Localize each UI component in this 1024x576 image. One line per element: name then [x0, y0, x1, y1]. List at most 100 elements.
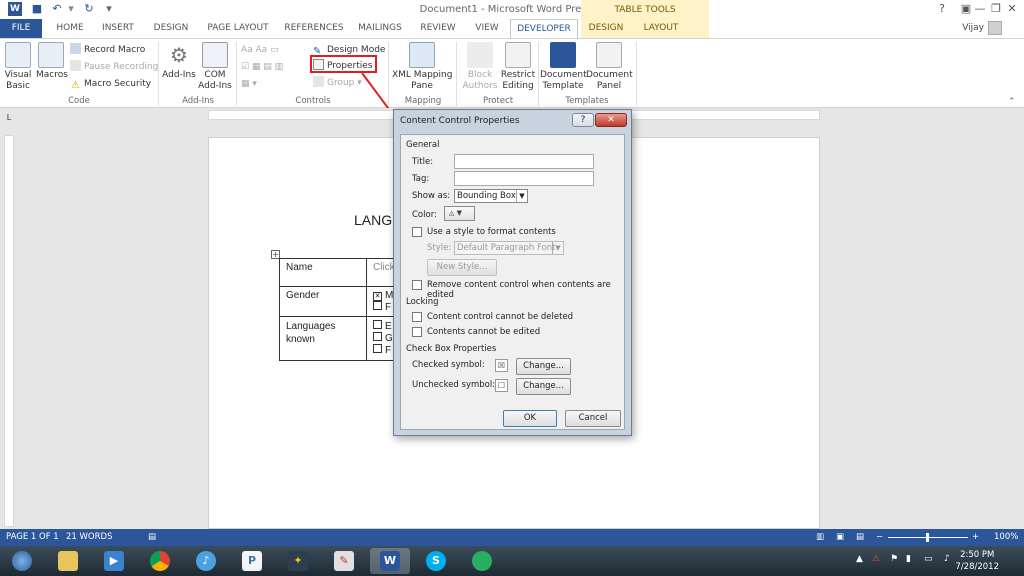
proofing-icon[interactable]: ▤: [148, 532, 156, 542]
zoom-slider-thumb[interactable]: [926, 533, 929, 542]
tab-file[interactable]: FILE: [0, 19, 42, 38]
tab-selector[interactable]: L: [4, 113, 14, 123]
tray-expand-icon[interactable]: ▲: [856, 554, 863, 564]
tab-table-design[interactable]: DESIGN: [584, 19, 628, 38]
clock[interactable]: 2:50 PM 7/28/2012: [955, 549, 999, 573]
paint-icon: ✎: [334, 551, 354, 571]
color-picker-button[interactable]: ◬ ▼: [444, 206, 475, 221]
unchecked-box-icon[interactable]: [373, 332, 382, 341]
group-label-mapping: Mapping: [404, 96, 442, 106]
taskbar: ▶ ♪ P ✦ ✎ W S ▲ ⚠ ⚑ ▮ ▭ ♪ 2:50 PM 7/28/2…: [0, 546, 1024, 576]
xml-mapping-pane-button[interactable]: XML Mapping Pane: [392, 42, 452, 92]
option-label: F: [385, 302, 392, 313]
tab-home[interactable]: HOME: [52, 19, 88, 38]
table-row: Languages known E G F: [279, 316, 407, 361]
window-title: Document1 - Microsoft Word Preview: [419, 4, 605, 15]
dialog-close-icon[interactable]: ✕: [595, 113, 627, 127]
ok-label: OK: [523, 413, 537, 423]
ok-button[interactable]: OK: [503, 410, 557, 427]
zoom-level[interactable]: 100%: [994, 532, 1018, 542]
tab-design[interactable]: DESIGN: [150, 19, 192, 38]
vertical-ruler[interactable]: [4, 135, 14, 527]
document-template-button[interactable]: Document Template: [540, 42, 587, 92]
tray-battery-icon[interactable]: ▭: [924, 554, 933, 564]
macros-button[interactable]: Macros: [36, 42, 68, 81]
unchecked-box-icon[interactable]: [373, 344, 382, 353]
cannot-edit-checkbox[interactable]: [412, 327, 422, 337]
tab-developer[interactable]: DEVELOPER: [510, 19, 578, 39]
avatar[interactable]: [988, 21, 1002, 35]
print-layout-icon[interactable]: ▣: [836, 532, 844, 542]
taskbar-explorer[interactable]: [48, 548, 88, 574]
dialog-help-icon[interactable]: ?: [572, 113, 594, 127]
taskbar-chrome[interactable]: [140, 548, 180, 574]
tab-table-layout[interactable]: LAYOUT: [638, 19, 684, 38]
table-cell[interactable]: Gender: [279, 286, 367, 317]
document-table[interactable]: Name Click Gender ✕ M F Languages known E…: [279, 258, 407, 361]
legacy-tools-button[interactable]: ▦ ▾: [241, 77, 257, 91]
group-button[interactable]: Group ▾: [313, 76, 362, 90]
page-count[interactable]: PAGE 1 OF 1: [6, 532, 59, 542]
visual-basic-button[interactable]: Visual Basic: [4, 42, 32, 92]
tab-insert[interactable]: INSERT: [98, 19, 138, 38]
tag-input[interactable]: [454, 171, 594, 186]
close-icon[interactable]: ✕: [1000, 1, 1024, 17]
tray-volume-icon[interactable]: ♪: [944, 554, 950, 564]
taskbar-media-player[interactable]: ▶: [94, 548, 134, 574]
tray-flag-icon[interactable]: ⚑: [890, 554, 898, 564]
use-style-checkbox[interactable]: [412, 227, 422, 237]
taskbar-word[interactable]: W: [370, 548, 410, 574]
pause-recording-button: Pause Recording: [70, 60, 158, 74]
user-name[interactable]: Vijay: [962, 23, 984, 33]
macros-label: Macros: [36, 70, 68, 80]
tray-signal-icon[interactable]: ▮: [906, 554, 911, 564]
change-checked-symbol-button[interactable]: Change...: [516, 358, 571, 375]
tab-view[interactable]: VIEW: [470, 19, 504, 38]
unchecked-box-icon[interactable]: [373, 301, 382, 310]
tab-mailings[interactable]: MAILINGS: [356, 19, 404, 38]
record-macro-button[interactable]: Record Macro: [70, 43, 145, 57]
remove-content-control-checkbox[interactable]: [412, 280, 422, 290]
taskbar-network-app[interactable]: [462, 548, 502, 574]
start-button[interactable]: [2, 548, 42, 574]
clock-date: 7/28/2012: [955, 562, 999, 572]
rich-text-control-button[interactable]: Aa Aa ▭: [241, 43, 279, 57]
unchecked-box-icon[interactable]: [373, 320, 382, 329]
option-label: G: [385, 333, 393, 344]
read-mode-icon[interactable]: ▥: [816, 532, 824, 542]
tray-network-icon[interactable]: ⚠: [872, 554, 880, 564]
change-unchecked-symbol-button[interactable]: Change...: [516, 378, 571, 395]
tab-page-layout[interactable]: PAGE LAYOUT: [204, 19, 272, 38]
taskbar-python[interactable]: P: [232, 548, 272, 574]
collapse-ribbon-icon[interactable]: ⌃: [1008, 95, 1016, 109]
cancel-button[interactable]: Cancel: [565, 410, 621, 427]
taskbar-itunes[interactable]: ♪: [186, 548, 226, 574]
title-input[interactable]: [454, 154, 594, 169]
checkbox-control-button[interactable]: ☑ ▦ ▤ ▥: [241, 60, 283, 74]
table-cell[interactable]: Name: [279, 258, 367, 287]
help-icon[interactable]: ?: [930, 1, 954, 17]
web-layout-icon[interactable]: ▤: [856, 532, 864, 542]
gear-icon: ⚙: [170, 43, 188, 67]
show-as-select[interactable]: Bounding Box ▼: [454, 189, 528, 203]
zoom-in-icon[interactable]: +: [972, 532, 979, 542]
add-ins-button[interactable]: ⚙ Add-Ins: [162, 42, 196, 81]
cannot-delete-checkbox[interactable]: [412, 312, 422, 322]
table-cell[interactable]: Languages known: [279, 316, 367, 361]
macro-security-button[interactable]: ⚠ Macro Security: [70, 77, 151, 91]
document-panel-button[interactable]: Document Panel: [586, 42, 633, 92]
option-label: E: [385, 321, 392, 332]
taskbar-skype[interactable]: S: [416, 548, 456, 574]
word-icon: W: [380, 551, 400, 571]
zoom-out-icon[interactable]: −: [876, 532, 883, 542]
taskbar-app[interactable]: ✦: [278, 548, 318, 574]
taskbar-paint[interactable]: ✎: [324, 548, 364, 574]
word-count[interactable]: 21 WORDS: [66, 532, 112, 542]
com-add-ins-button[interactable]: COM Add-Ins: [198, 42, 232, 92]
tab-references[interactable]: REFERENCES: [284, 19, 344, 38]
group-label-controls: Controls: [295, 96, 331, 106]
tab-review[interactable]: REVIEW: [418, 19, 458, 38]
general-section-label: General: [406, 140, 440, 150]
checked-box-icon[interactable]: ✕: [373, 292, 382, 301]
restrict-editing-button[interactable]: Restrict Editing: [500, 42, 536, 92]
